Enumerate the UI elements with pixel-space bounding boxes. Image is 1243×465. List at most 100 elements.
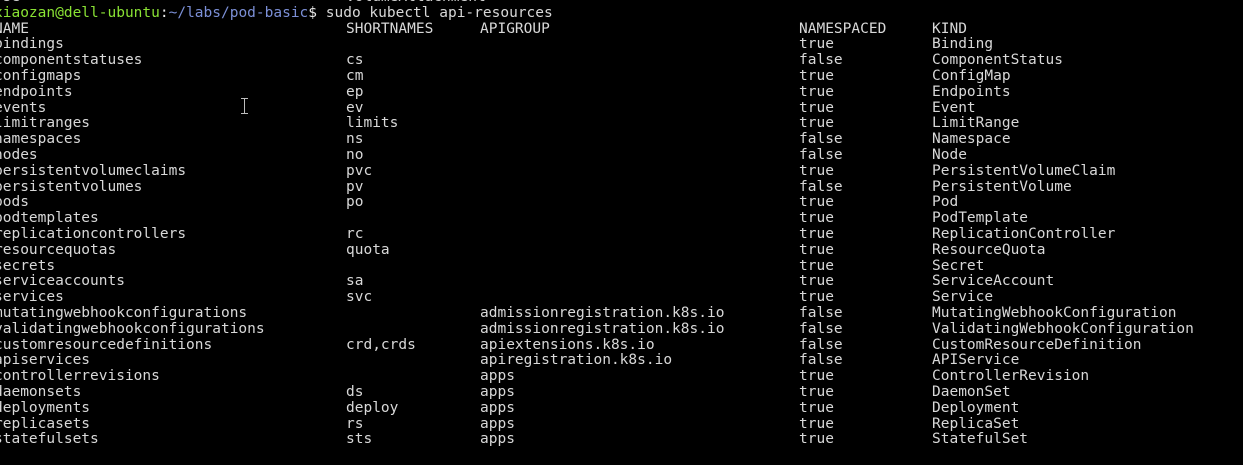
prompt-separator: : — [159, 4, 169, 21]
resource-shortnames: rs — [346, 415, 364, 432]
resource-kind: Endpoints — [932, 83, 1011, 100]
resource-kind: Pod — [932, 194, 959, 211]
resource-namespaced: true — [799, 162, 834, 179]
resource-kind: Namespace — [932, 131, 1011, 148]
resource-kind: Service — [932, 289, 994, 306]
table-row: configmaps cm true ConfigMap — [0, 67, 1243, 85]
resource-shortnames: svc — [346, 289, 373, 306]
resource-apigroup: apps — [480, 415, 515, 432]
resource-apigroup: apiregistration.k8s.io — [480, 352, 673, 369]
resource-kind: PodTemplate — [932, 210, 1029, 227]
prompt-line: xiaozan@dell-ubuntu:~/labs/pod-basic$ su… — [0, 4, 1243, 22]
table-row: componentstatuses cs false ComponentStatus — [0, 52, 1243, 69]
command-text: sudo kubectl api-resources — [317, 4, 553, 21]
resource-kind: PersistentVolumeClaim — [932, 162, 1116, 179]
header-namespaced: NAMESPACED — [799, 20, 887, 37]
resource-name: secrets — [0, 257, 56, 274]
resource-name: serviceaccounts — [0, 273, 125, 290]
resource-shortnames: sts — [346, 431, 373, 448]
resource-name: persistentvolumes — [0, 178, 143, 195]
resource-namespaced: true — [799, 273, 834, 290]
resource-kind: Deployment — [932, 399, 1020, 416]
resource-name: componentstatuses — [0, 52, 143, 69]
prompt-dollar: $ — [308, 4, 318, 21]
resource-shortnames: cs — [346, 52, 364, 69]
resource-namespaced: true — [799, 83, 834, 100]
prompt-path: ~/labs/pod-basic — [168, 4, 309, 21]
resource-apigroup: admissionregistration.k8s.io — [480, 320, 725, 337]
resource-kind: Node — [932, 146, 967, 163]
resource-name: resourcequotas — [0, 241, 117, 258]
resource-namespaced: true — [799, 257, 834, 274]
resource-shortnames: rc — [346, 225, 364, 242]
resource-namespaced: true — [799, 431, 834, 448]
table-row: persistentvolumeclaims pvc true PersistentV… — [0, 162, 1243, 180]
table-row: apiservices apiregistration.k8s.io false AP… — [0, 353, 1243, 369]
resource-shortnames: pvc — [346, 162, 373, 179]
ibeam-cursor-icon — [241, 97, 249, 115]
resource-shortnames: pv — [346, 178, 364, 195]
resource-namespaced: true — [799, 415, 834, 432]
resource-namespaced: false — [799, 336, 843, 353]
resource-name: events — [0, 99, 47, 116]
table-row: statefulsets sts apps true StatefulSet — [0, 432, 1243, 448]
resource-namespaced: false — [799, 146, 843, 163]
resource-namespaced: true — [799, 225, 834, 242]
resource-name: persistentvolumeclaims — [0, 162, 187, 179]
resource-name: controllerrevisions — [0, 368, 160, 385]
prompt-user-host: xiaozan@dell-ubuntu — [0, 4, 160, 21]
resource-shortnames: ds — [346, 383, 364, 400]
table-row: pods po true Pod — [0, 195, 1243, 211]
resource-apigroup: apps — [480, 431, 515, 448]
resource-name: customresourcedefinitions — [0, 336, 213, 353]
resource-apigroup: apiextensions.k8s.io — [480, 336, 655, 353]
resource-name: daemonsets — [0, 383, 82, 400]
table-row: daemonsets ds apps true DaemonSet — [0, 383, 1243, 401]
resource-apigroup: apps — [480, 383, 515, 400]
resource-shortnames: cm — [346, 67, 364, 84]
resource-namespaced: true — [799, 383, 834, 400]
resource-namespaced: false — [799, 131, 843, 148]
table-row: customresourcedefinitions crd,crds apiexte… — [0, 336, 1243, 354]
resource-name: limitranges — [0, 115, 91, 132]
table-row: services svc true Service — [0, 289, 1243, 306]
resource-name: pods — [0, 194, 29, 211]
resource-kind: APIService — [932, 352, 1020, 369]
resource-name: endpoints — [0, 83, 73, 100]
resource-kind: ReplicationController — [932, 225, 1116, 242]
resource-kind: CustomResourceDefinition — [932, 336, 1142, 353]
resource-shortnames: ep — [346, 83, 364, 100]
resource-apigroup: apps — [480, 399, 515, 416]
resource-name: validatingwebhookconfigurations — [0, 320, 265, 337]
table-row: limitranges limits true LimitRange — [0, 116, 1243, 132]
resource-namespaced: false — [799, 352, 843, 369]
resource-shortnames: ns — [346, 131, 364, 148]
resource-shortnames: po — [346, 194, 364, 211]
resource-shortnames: quota — [346, 241, 390, 258]
header-kind: KIND — [932, 20, 967, 37]
resource-name: podtemplates — [0, 210, 99, 227]
header-shortnames: SHORTNAMES — [346, 20, 434, 37]
resource-kind: DaemonSet — [932, 383, 1011, 400]
resource-namespaced: false — [799, 52, 843, 69]
resource-namespaced: true — [799, 99, 834, 116]
resource-name: apiservices — [0, 352, 91, 369]
resource-kind: ConfigMap — [932, 67, 1011, 84]
resource-shortnames: no — [346, 146, 364, 163]
table-row: events ev true Event — [0, 99, 1243, 117]
resource-kind: ServiceAccount — [932, 273, 1055, 290]
resource-shortnames: deploy — [346, 399, 399, 416]
resource-namespaced: true — [799, 241, 834, 258]
resource-shortnames: sa — [346, 273, 364, 290]
resource-namespaced: true — [799, 194, 834, 211]
resource-kind: PersistentVolume — [932, 178, 1072, 195]
resource-name: configmaps — [0, 67, 82, 84]
resource-name: statefulsets — [0, 431, 99, 448]
table-row: validatingwebhookconfigurations admission… — [0, 320, 1243, 338]
table-row: deployments deploy apps true Deployment — [0, 399, 1243, 417]
resource-name: deployments — [0, 399, 91, 416]
table-row: mutatingwebhookconfigurations admissionre… — [0, 304, 1243, 322]
resource-namespaced: false — [799, 320, 843, 337]
resource-apigroup: admissionregistration.k8s.io — [480, 304, 725, 321]
terminal-output[interactable]: rse VolumeAttachment xiaozan@dell-ubuntu… — [0, 0, 1243, 448]
